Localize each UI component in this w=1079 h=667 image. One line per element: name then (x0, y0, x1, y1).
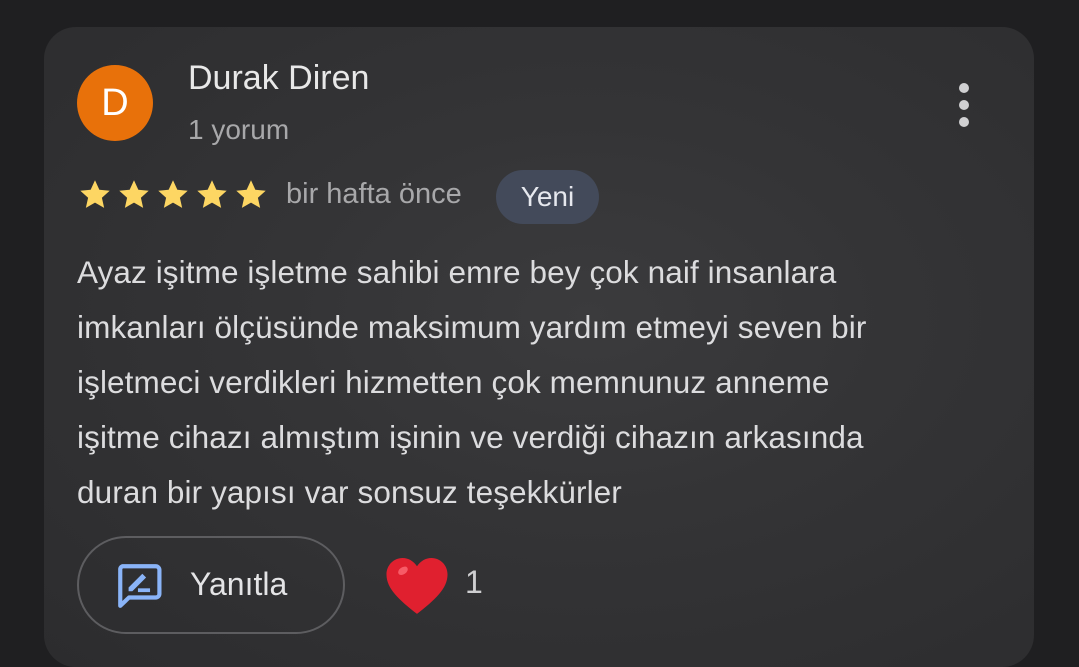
more-options-button[interactable] (949, 77, 979, 133)
author-review-count: 1 yorum (188, 114, 290, 145)
review-timestamp: bir hafta önce (286, 178, 462, 210)
star-icon (236, 180, 266, 208)
more-vert-icon-dot (959, 83, 969, 93)
reply-button[interactable]: Yanıtla (77, 536, 345, 634)
review-text-line: duran bir yapısı var sonsuz teşekkürler (77, 474, 622, 510)
review-text: Ayaz işitme işletme sahibi emre bey çok … (77, 245, 1007, 520)
review-text-line: işletmeci verdikleri hizmetten çok memnu… (77, 364, 830, 400)
heart-icon[interactable] (384, 555, 450, 615)
rate-review-icon (118, 564, 162, 608)
avatar-initial: D (101, 81, 129, 124)
review-text-line: imkanları ölçüsünde maksimum yardım etme… (77, 309, 867, 345)
review-text-line: Ayaz işitme işletme sahibi emre bey çok … (77, 254, 837, 290)
like-count: 1 (465, 564, 483, 600)
more-vert-icon-dot (959, 100, 969, 110)
new-badge: Yeni (496, 170, 599, 224)
star-icon (158, 180, 188, 208)
author-name[interactable]: Durak Diren (188, 59, 369, 98)
star-rating (77, 175, 272, 215)
reply-button-label: Yanıtla (190, 566, 288, 602)
review-text-line: işitme cihazı almıştım işinin ve verdiği… (77, 419, 864, 455)
more-vert-icon-dot (959, 117, 969, 127)
star-icon (197, 180, 227, 208)
star-icon (119, 180, 149, 208)
avatar[interactable]: D (77, 65, 153, 141)
star-icon (80, 180, 110, 208)
review-card: D Durak Diren 1 yorum bir hafta önce Yen… (44, 27, 1034, 667)
